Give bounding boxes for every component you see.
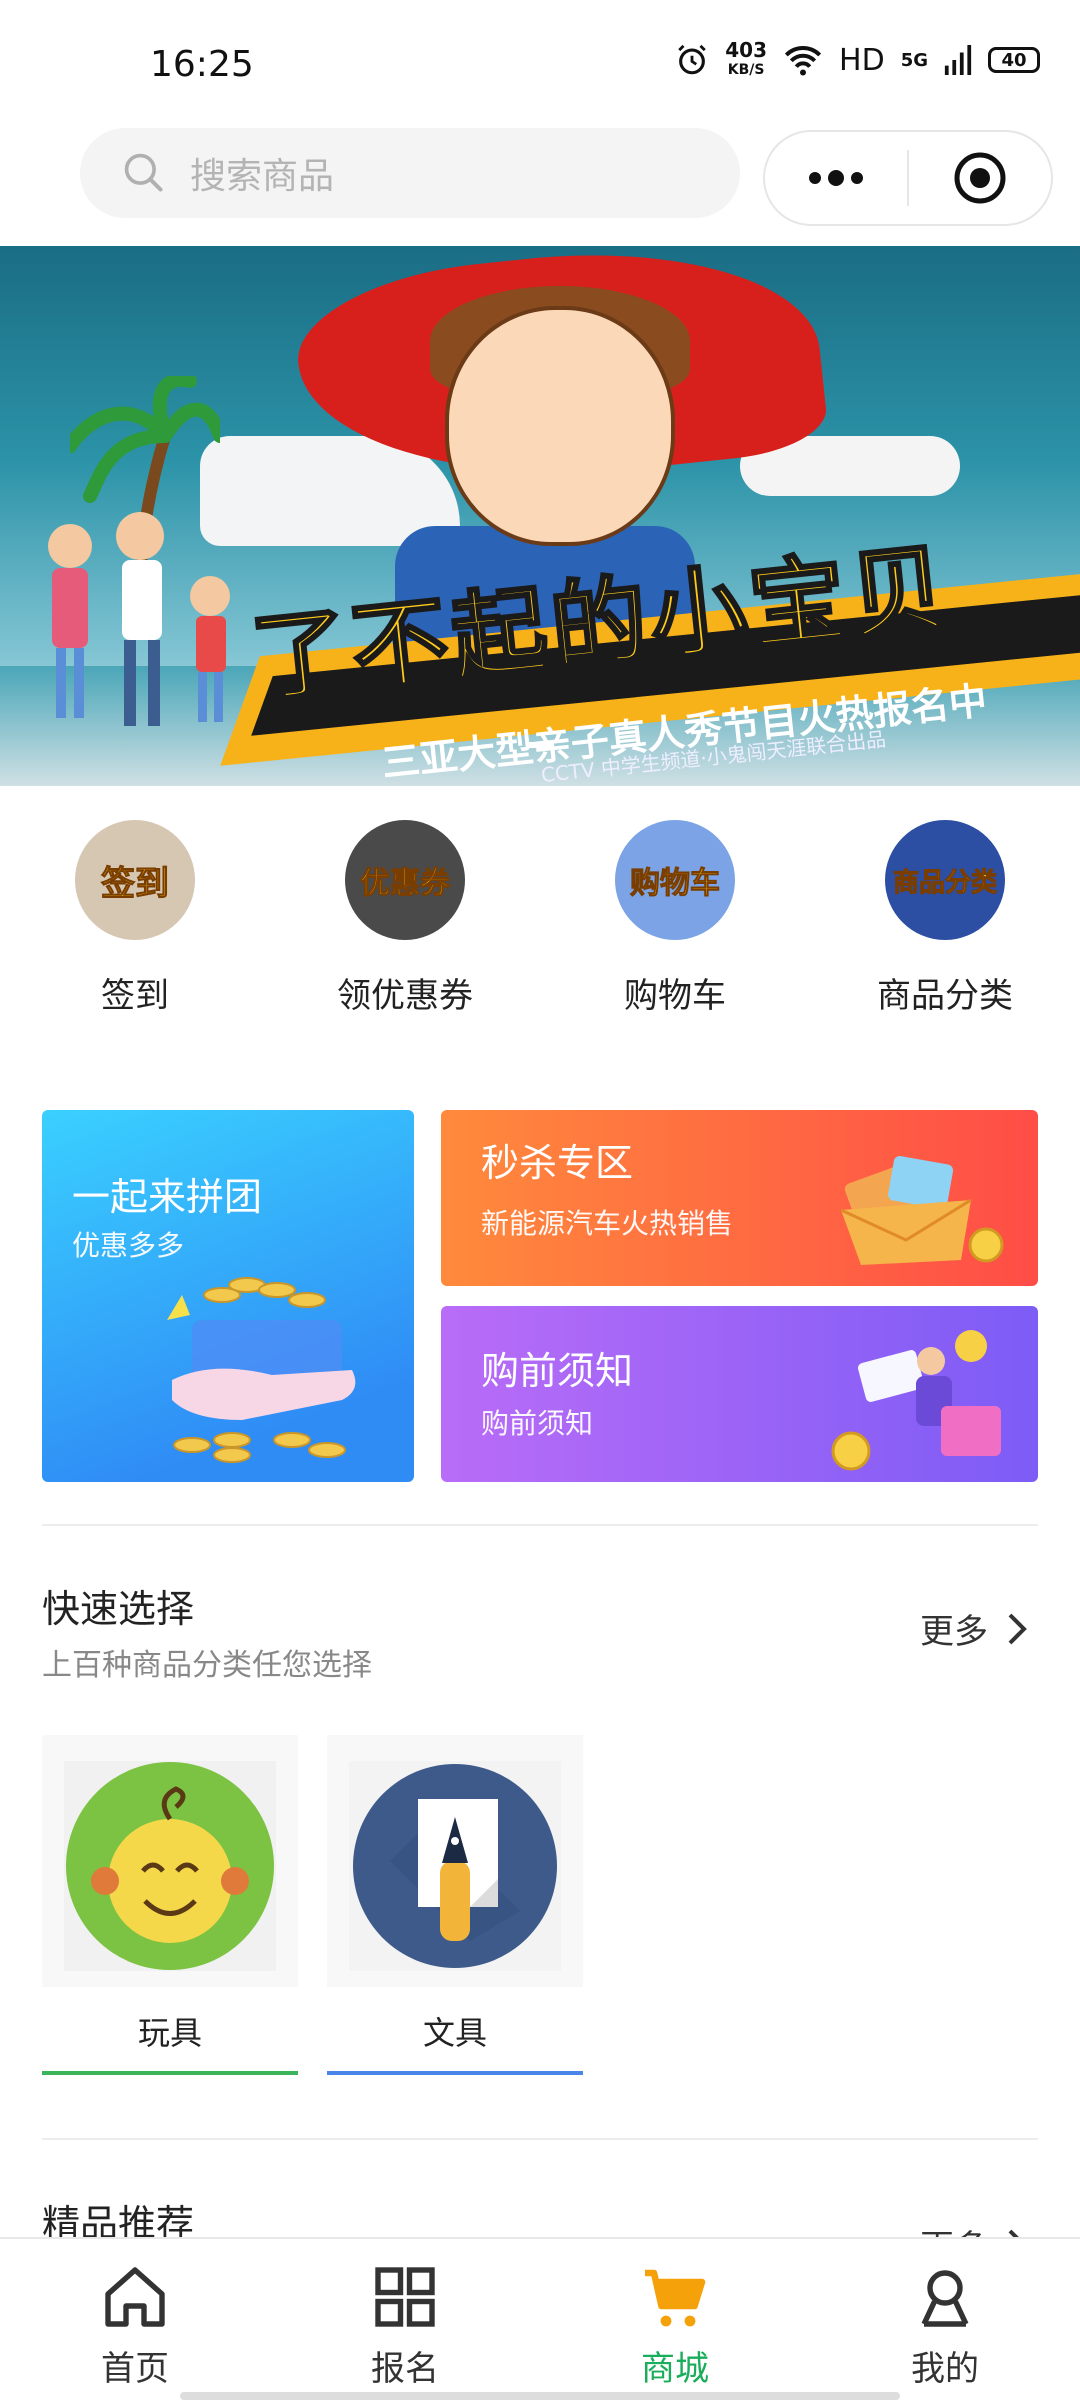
cart-icon — [645, 2269, 706, 2327]
quick-nav: 签到 签到 优惠券 领优惠券 购物车 购物车 商品分类 商品分类 — [0, 820, 1080, 1020]
carousel-indicator — [526, 742, 554, 748]
record-icon — [954, 152, 1006, 204]
category-icon: 商品分类 — [885, 820, 1005, 940]
quick-select-title: 快速选择 — [42, 1587, 195, 1631]
category-image — [64, 1761, 276, 1971]
category-label: 文具 — [327, 1987, 583, 2075]
baby-face-icon — [66, 1762, 274, 1970]
battery-level: 40 — [1001, 49, 1027, 71]
more-dots-icon — [809, 170, 863, 186]
tab-label: 商城 — [641, 2349, 709, 2389]
group-buy-subtitle: 优惠多多 — [72, 1229, 185, 1262]
status-icons: 403 KB/S HD 5G 40 — [675, 40, 1040, 80]
section-divider — [42, 1524, 1038, 1526]
category-card-stationery[interactable]: 文具 — [327, 1735, 583, 2075]
speed-unit: KB/S — [727, 62, 765, 78]
5g-label: 5G — [900, 49, 928, 71]
tab-label: 我的 — [911, 2349, 979, 2389]
home-icon — [105, 2267, 165, 2327]
banner-hero-face — [445, 306, 675, 546]
quick-nav-cart[interactable]: 购物车 购物车 — [540, 820, 810, 1020]
chevron-right-icon — [1008, 1613, 1027, 1644]
purchase-notice-card[interactable]: 购前须知 购前须知 — [441, 1306, 1038, 1482]
search-bar[interactable]: 搜索商品 — [80, 128, 740, 218]
coins-hand-icon — [167, 1277, 356, 1463]
promo-banner[interactable]: 了不起的小宝贝 三亚大型亲子真人秀节目火热报名中 CCTV 中学生频道·小鬼闯天… — [0, 246, 1080, 786]
category-accent-bar — [42, 2071, 298, 2075]
checkin-icon: 签到 — [75, 820, 195, 940]
group-buy-title: 一起来拼团 — [72, 1175, 263, 1219]
search-input[interactable]: 搜索商品 — [190, 147, 334, 199]
status-bar: 16:25 403 KB/S HD 5G 40 — [0, 0, 1080, 130]
mini-program-capsule — [763, 130, 1053, 226]
grid-icon — [375, 2267, 435, 2327]
status-time: 16:25 — [150, 44, 254, 85]
quick-nav-coupon[interactable]: 优惠券 领优惠券 — [270, 820, 540, 1020]
quick-nav-label: 商品分类 — [877, 976, 1013, 1016]
checkin-icon-art: 签到 — [101, 863, 170, 904]
tab-profile[interactable]: 我的 — [810, 2239, 1080, 2400]
speed-value: 403 — [725, 38, 768, 62]
tab-home[interactable]: 首页 — [0, 2239, 270, 2400]
alarm-icon — [678, 44, 707, 75]
red-envelope-icon — [840, 1156, 1004, 1265]
purchase-notice-title: 购前须知 — [481, 1349, 634, 1393]
quick-nav-label: 领优惠券 — [337, 976, 473, 1016]
coupon-icon-art: 优惠券 — [360, 866, 451, 902]
quick-nav-label: 购物车 — [624, 976, 726, 1016]
battery-icon: 40 — [988, 47, 1040, 73]
more-button[interactable] — [765, 132, 907, 224]
hd-label: HD — [839, 42, 885, 78]
home-indicator — [180, 2392, 900, 2400]
quick-select-subtitle: 上百种商品分类任您选择 — [42, 1648, 372, 1683]
quick-nav-checkin[interactable]: 签到 签到 — [0, 820, 270, 1020]
bottom-tab-bar: 首页 报名 商城 我的 — [0, 2237, 1080, 2400]
category-label: 玩具 — [42, 1987, 298, 2075]
category-accent-bar — [327, 2071, 583, 2075]
flash-sale-card[interactable]: 秒杀专区 新能源汽车火热销售 — [441, 1110, 1038, 1286]
category-icon-art: 商品分类 — [892, 867, 997, 898]
group-buy-card[interactable]: 一起来拼团 优惠多多 — [42, 1110, 414, 1482]
signal-icon — [944, 45, 972, 75]
section-divider — [42, 2138, 1038, 2140]
tab-mall[interactable]: 商城 — [540, 2239, 810, 2400]
more-label: 更多 — [920, 1612, 988, 1652]
flash-sale-subtitle: 新能源汽车火热销售 — [481, 1207, 734, 1240]
user-icon — [921, 2270, 969, 2327]
network-speed: 403 KB/S — [725, 40, 767, 80]
category-image — [349, 1761, 561, 1971]
coupon-icon: 优惠券 — [345, 820, 465, 940]
search-icon — [124, 153, 163, 192]
tab-label: 报名 — [371, 2349, 439, 2389]
tab-label: 首页 — [101, 2349, 169, 2389]
purchase-notice-subtitle: 购前须知 — [481, 1407, 594, 1440]
cart-icon: 购物车 — [615, 820, 735, 940]
close-program-button[interactable] — [909, 132, 1051, 224]
cart-icon-art: 购物车 — [630, 866, 721, 902]
pen-icon — [353, 1764, 557, 1968]
quick-nav-label: 签到 — [101, 976, 169, 1016]
category-card-toys[interactable]: 玩具 — [42, 1735, 298, 2075]
tab-signup[interactable]: 报名 — [270, 2239, 540, 2400]
quick-nav-category[interactable]: 商品分类 商品分类 — [810, 820, 1080, 1020]
flash-sale-title: 秒杀专区 — [481, 1141, 634, 1185]
quick-select-more-link[interactable]: 更多 — [920, 1604, 1028, 1653]
shopper-icon — [831, 1330, 1001, 1471]
wifi-icon — [784, 46, 822, 76]
